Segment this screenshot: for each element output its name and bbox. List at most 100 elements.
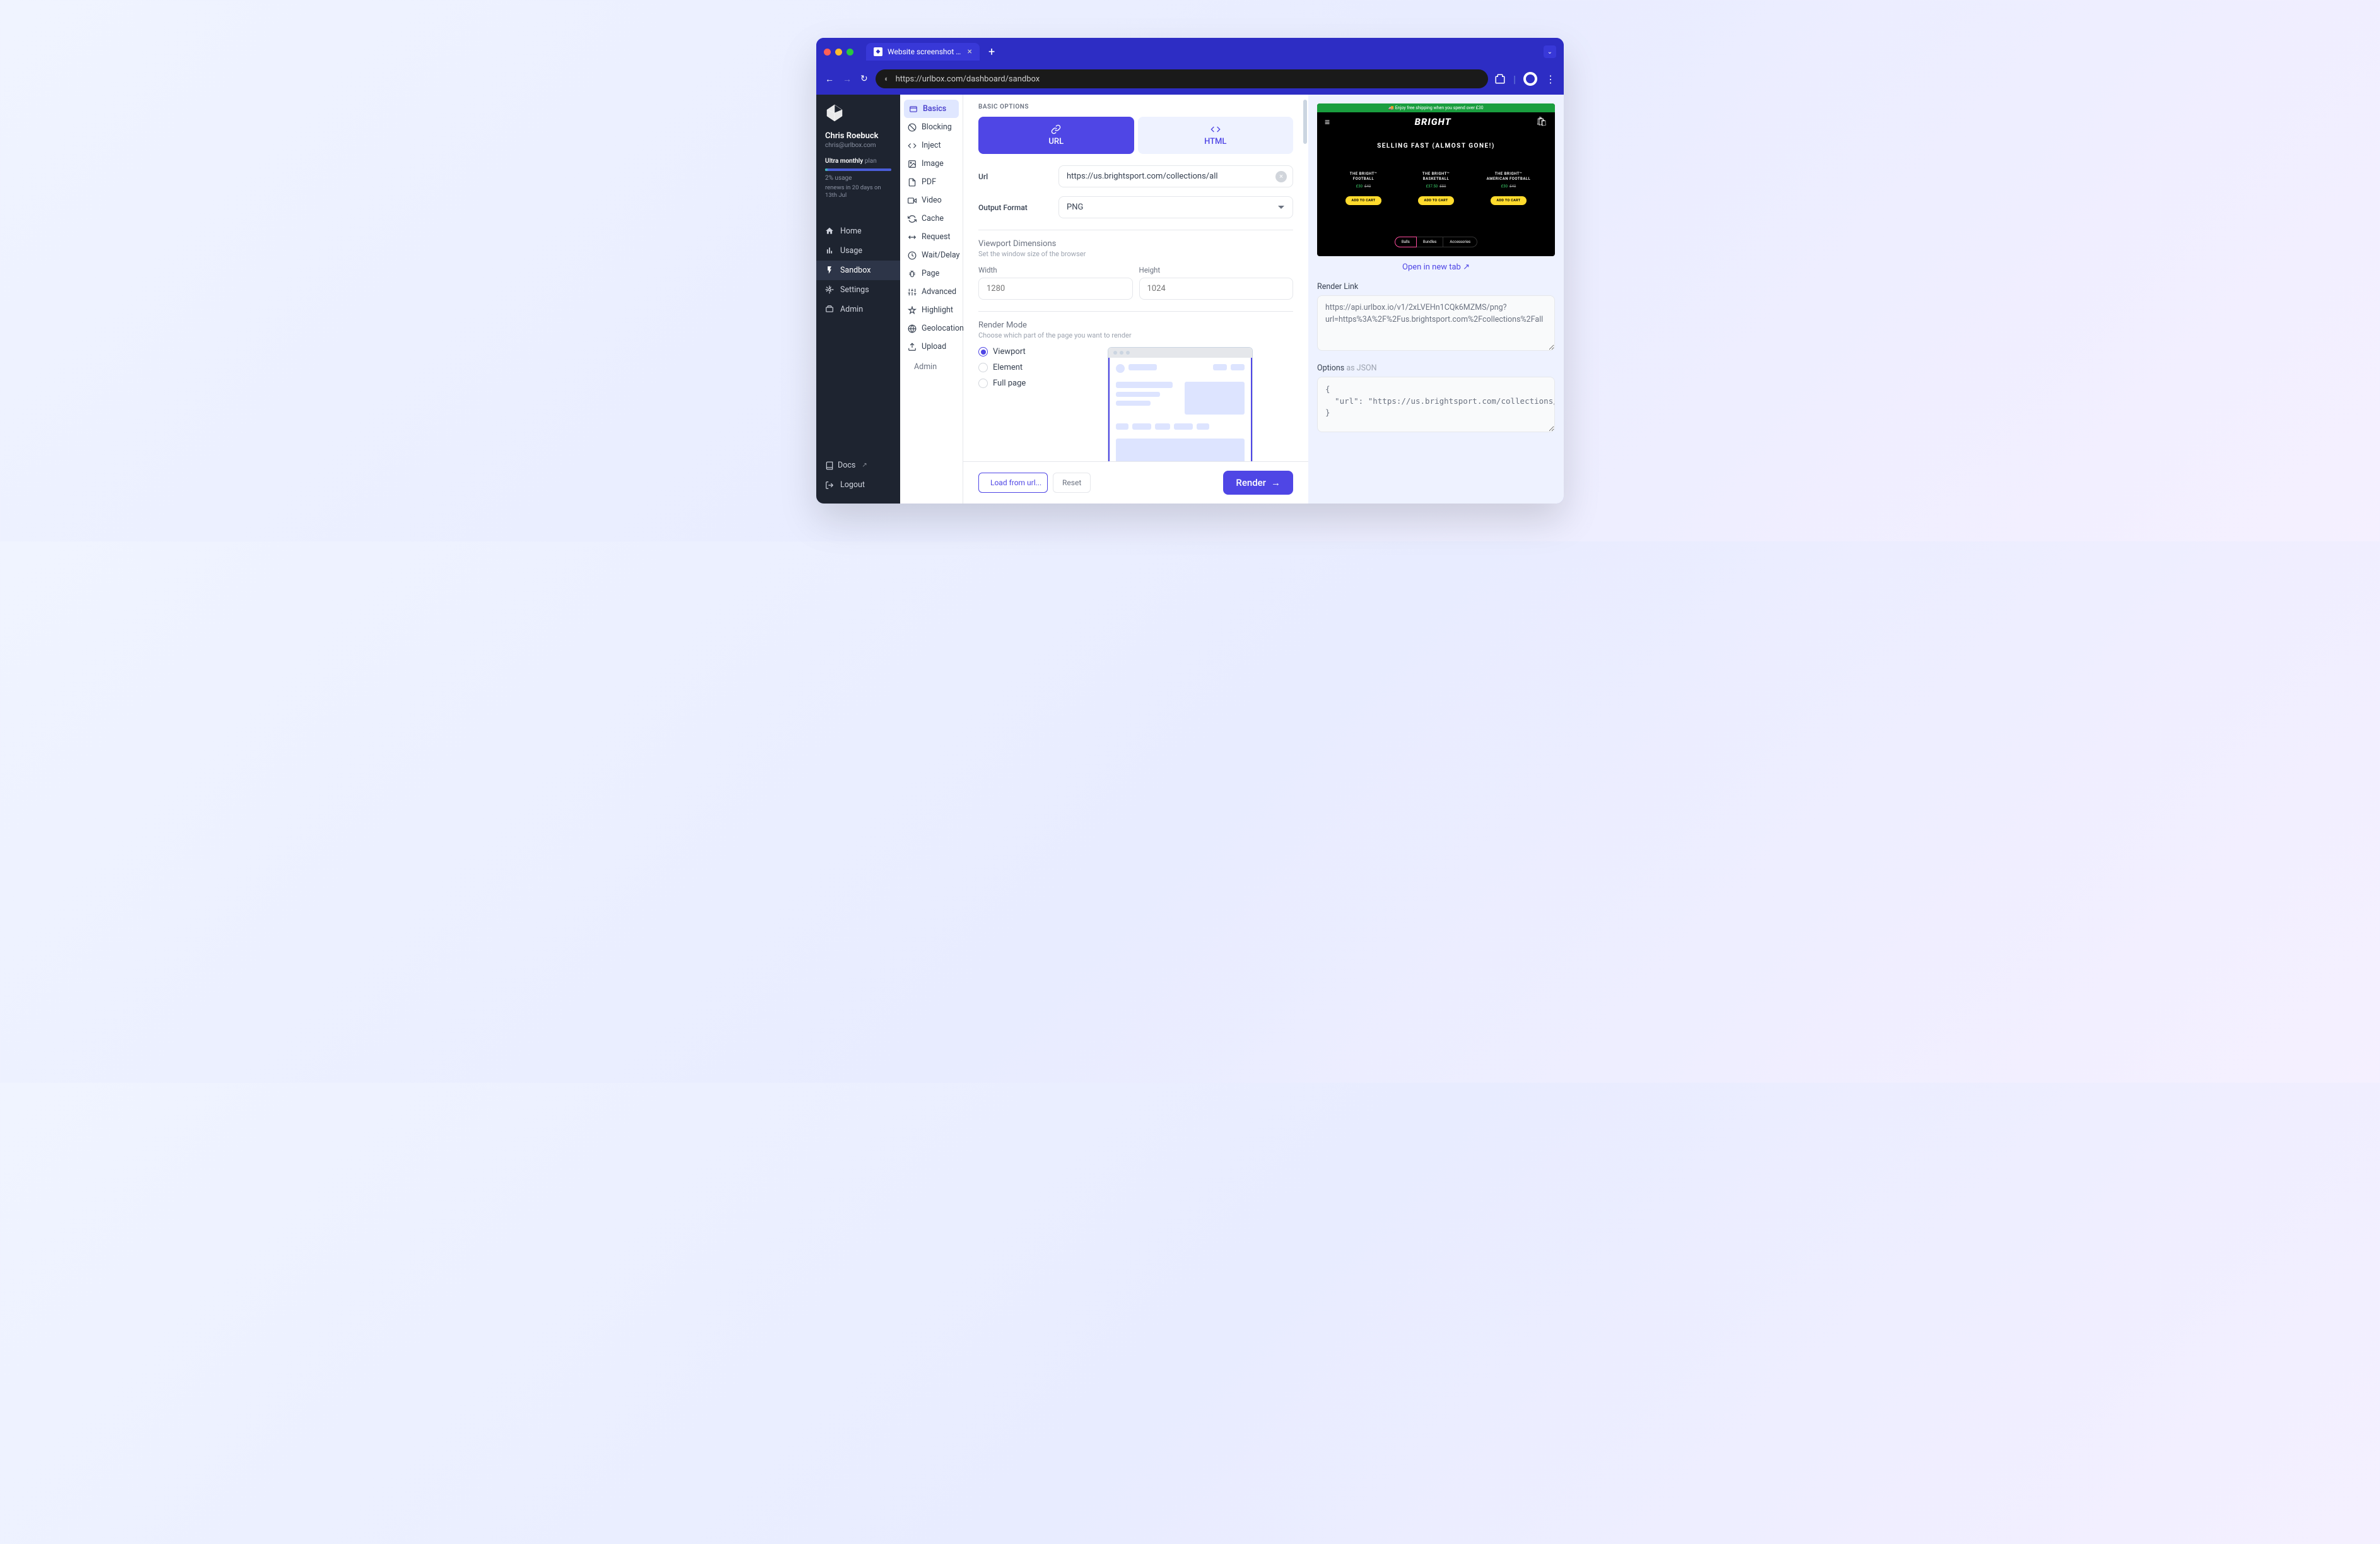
maximize-window-button[interactable]: [847, 49, 853, 56]
preview-product: THE BRIGHT™AMERICAN FOOTBALL £30£40 ADD …: [1472, 172, 1545, 205]
nav-sandbox[interactable]: Sandbox: [816, 261, 900, 280]
extensions-icon[interactable]: [1494, 73, 1506, 85]
highlight-icon: [908, 306, 917, 315]
clear-url-button[interactable]: ×: [1275, 171, 1287, 182]
nav-admin[interactable]: Admin: [816, 300, 900, 319]
nav-settings[interactable]: Settings: [816, 280, 900, 300]
arrows-icon: [908, 233, 917, 242]
minimize-window-button[interactable]: [835, 49, 842, 56]
usage-bar: [825, 168, 891, 171]
format-select[interactable]: PNG: [1058, 196, 1293, 218]
code-icon: [1211, 124, 1221, 134]
sliders-icon: [908, 288, 917, 297]
new-tab-button[interactable]: +: [988, 45, 995, 59]
video-icon: [908, 196, 917, 205]
settings-pdf[interactable]: PDF: [900, 173, 963, 191]
settings-blocking[interactable]: Blocking: [900, 118, 963, 136]
url-input[interactable]: [1058, 165, 1293, 187]
settings-upload[interactable]: Upload: [900, 338, 963, 356]
settings-wait[interactable]: Wait/Delay: [900, 246, 963, 264]
settings-request[interactable]: Request: [900, 228, 963, 246]
settings-image[interactable]: Image: [900, 155, 963, 173]
back-button[interactable]: ←: [824, 73, 835, 86]
traffic-lights: [824, 49, 853, 56]
settings-nav: Basics Blocking Inject Image PDF Video C…: [900, 95, 963, 504]
radio-fullpage[interactable]: Full page: [978, 379, 1054, 388]
tabs-dropdown-button[interactable]: ⌄: [1544, 45, 1556, 58]
settings-basics[interactable]: Basics: [904, 100, 959, 118]
tab-title: Website screenshot API | Url...: [888, 47, 963, 56]
browser-tab[interactable]: ◆ Website screenshot API | Url... ×: [866, 43, 980, 61]
render-link-output[interactable]: [1317, 295, 1555, 351]
main-panel: BASIC OPTIONS URL HTML Url ×: [963, 95, 1308, 504]
plan-info: Ultra monthly plan 2% usage renews in 20…: [816, 158, 900, 209]
height-label: Height: [1139, 266, 1294, 274]
globe-icon: [908, 324, 917, 333]
forward-button[interactable]: →: [841, 73, 853, 86]
nav-docs[interactable]: Docs ↗: [816, 456, 900, 475]
user-info: Chris Roebuck chris@urlbox.com: [816, 131, 900, 158]
block-icon: [908, 123, 917, 132]
settings-inject[interactable]: Inject: [900, 136, 963, 155]
height-input[interactable]: [1139, 278, 1294, 300]
tab-html[interactable]: HTML: [1138, 117, 1294, 154]
preview-product: THE BRIGHT™FOOTBALL £30£40 ADD TO CART: [1327, 172, 1400, 205]
address-text: https://urlbox.com/dashboard/sandbox: [896, 74, 1040, 84]
load-from-url-button[interactable]: Load from url...: [978, 473, 1048, 493]
clock-icon: [908, 251, 917, 260]
viewport-preview-illustration: [1067, 347, 1293, 461]
width-label: Width: [978, 266, 1133, 274]
close-window-button[interactable]: [824, 49, 831, 56]
settings-highlight[interactable]: Highlight: [900, 301, 963, 319]
sidebar: Chris Roebuck chris@urlbox.com Ultra mon…: [816, 95, 900, 504]
refresh-icon: [908, 215, 917, 223]
close-tab-button[interactable]: ×: [968, 47, 972, 57]
preview-panel: 🚚 Enjoy free shipping when you spend ove…: [1308, 95, 1564, 504]
settings-cache[interactable]: Cache: [900, 209, 963, 228]
options-json-output[interactable]: [1317, 377, 1555, 432]
reset-button[interactable]: Reset: [1053, 473, 1091, 493]
settings-advanced[interactable]: Advanced: [900, 283, 963, 301]
width-input[interactable]: [978, 278, 1133, 300]
settings-geolocation[interactable]: Geolocation: [900, 319, 963, 338]
settings-admin-link[interactable]: Admin: [900, 356, 963, 378]
preview-banner: 🚚 Enjoy free shipping when you spend ove…: [1317, 103, 1555, 112]
hamburger-icon: ≡: [1325, 117, 1330, 127]
home-icon: [825, 227, 834, 235]
app-container: Chris Roebuck chris@urlbox.com Ultra mon…: [816, 95, 1564, 504]
profile-button[interactable]: [1523, 72, 1537, 86]
browser-window: ◆ Website screenshot API | Url... × + ⌄ …: [816, 38, 1564, 504]
image-icon: [908, 160, 917, 168]
file-icon: [908, 178, 917, 187]
user-email: chris@urlbox.com: [825, 142, 891, 149]
scrollbar[interactable]: [1303, 100, 1307, 144]
external-link-icon: ↗: [1463, 262, 1470, 272]
render-mode-desc: Choose which part of the page you want t…: [978, 331, 1293, 339]
address-bar[interactable]: ◐ https://urlbox.com/dashboard/sandbox: [876, 69, 1488, 88]
plan-name: Ultra monthly: [825, 158, 863, 165]
browser-tabs-bar: ◆ Website screenshot API | Url... × + ⌄: [816, 38, 1564, 66]
tab-url[interactable]: URL: [978, 117, 1134, 154]
radio-element[interactable]: Element: [978, 363, 1054, 372]
settings-video[interactable]: Video: [900, 191, 963, 209]
user-name: Chris Roebuck: [825, 131, 891, 141]
chrome-menu-button[interactable]: ⋮: [1545, 73, 1556, 85]
preview-logo: BRIGHT: [1415, 116, 1451, 127]
render-mode-title: Render Mode: [978, 321, 1293, 330]
screenshot-preview: 🚚 Enjoy free shipping when you spend ove…: [1317, 103, 1555, 256]
render-button[interactable]: Render →: [1223, 471, 1293, 495]
site-info-icon: ◐: [884, 74, 889, 84]
nav-logout[interactable]: Logout: [816, 475, 900, 495]
radio-viewport[interactable]: Viewport: [978, 347, 1054, 357]
section-title: BASIC OPTIONS: [978, 103, 1293, 110]
nav-home[interactable]: Home: [816, 221, 900, 241]
tab-favicon-icon: ◆: [874, 47, 882, 56]
reload-button[interactable]: ↻: [859, 73, 869, 85]
code-icon: [908, 141, 917, 150]
arrow-right-icon: →: [1271, 477, 1281, 488]
source-tabs: URL HTML: [978, 117, 1293, 154]
nav-usage[interactable]: Usage: [816, 241, 900, 261]
open-in-new-tab-link[interactable]: Open in new tab ↗: [1317, 256, 1555, 282]
settings-page[interactable]: Page: [900, 264, 963, 283]
gear-icon: [825, 285, 834, 294]
